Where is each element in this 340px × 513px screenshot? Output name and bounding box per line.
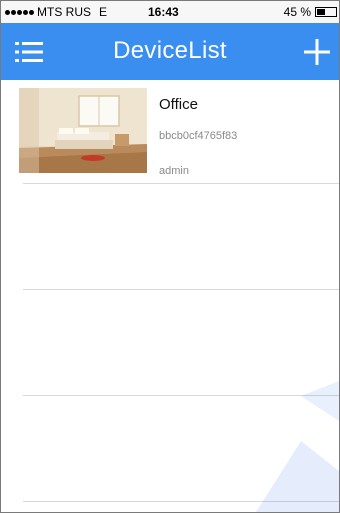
- app-screen: MTS RUS E 16:43 45 % DeviceList Office b…: [0, 0, 340, 513]
- watermark-graphic: [256, 381, 339, 512]
